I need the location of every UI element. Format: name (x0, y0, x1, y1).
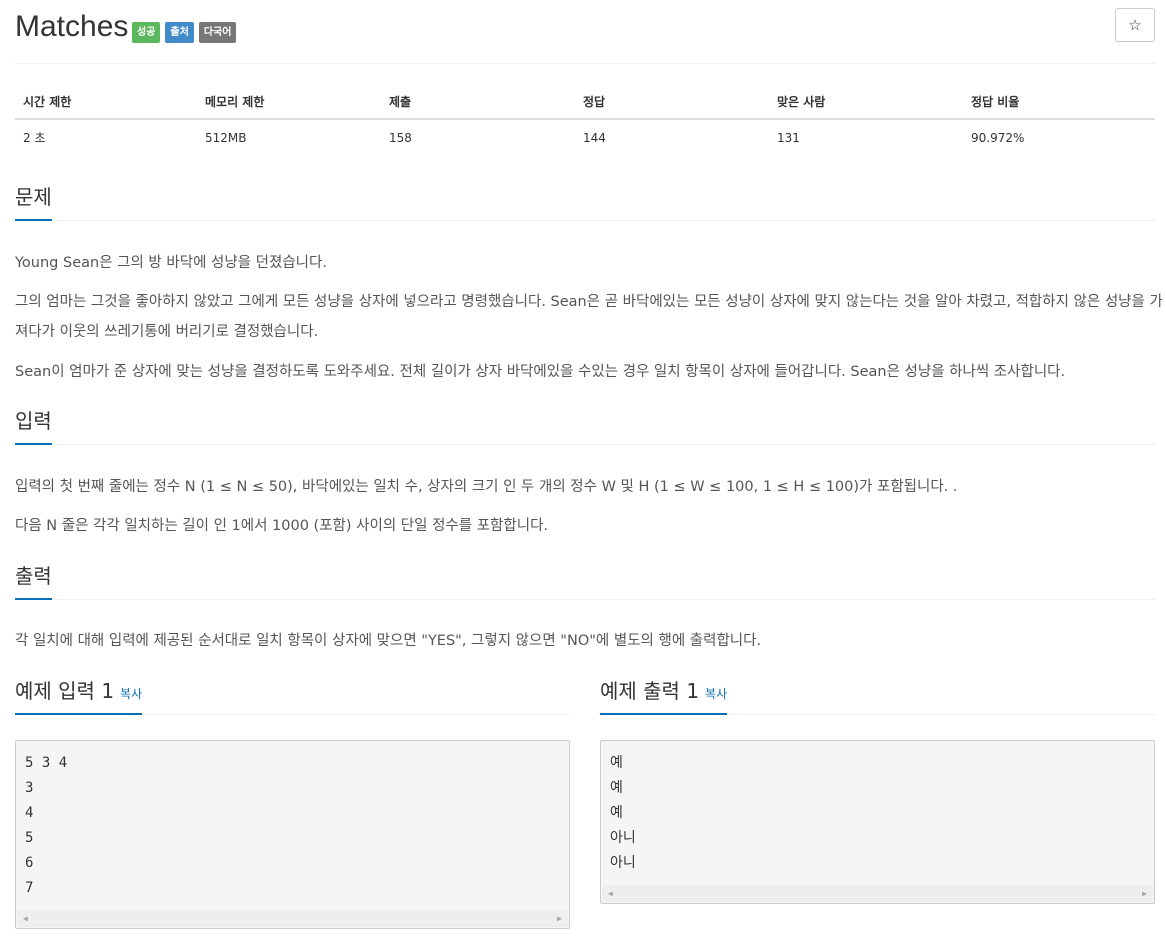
accept-ratio-value: 90.972% (971, 130, 1025, 145)
horizontal-scrollbar[interactable]: ◀ ▶ (17, 910, 568, 927)
header-time-limit: 시간 제한 (15, 84, 197, 120)
sample-output-box[interactable]: 예 예 예 아니 아니 ◀ ▶ (600, 740, 1155, 904)
memory-limit-value: 512MB (205, 130, 247, 145)
header-accept-ratio: 정답 비율 (963, 84, 1155, 120)
sample-line: 아니 (610, 830, 636, 846)
header-accepted: 정답 (575, 84, 769, 120)
input-section-header: 입력 (15, 408, 1155, 445)
sample-input-header: 예제 입력 1 복사 (15, 678, 570, 715)
sample-line: 예 (610, 755, 623, 771)
sample-input-box[interactable]: 5 3 4 3 4 5 6 7 ◀ ▶ (15, 740, 570, 929)
problem-title: Matches (15, 10, 129, 43)
table-header-row: 시간 제한 메모리 제한 제출 정답 맞은 사람 정답 비율 (15, 84, 1155, 120)
input-paragraph: 입력의 첫 번째 줄에는 정수 N (1 ≤ N ≤ 50), 바닥에있는 일치… (15, 479, 958, 495)
header-solved-users: 맞은 사람 (769, 84, 963, 120)
scroll-right-icon[interactable]: ▶ (557, 910, 562, 927)
sample-output-content: 예 예 예 아니 아니 (601, 741, 1154, 876)
sample-input-heading: 예제 입력 1 (15, 679, 115, 703)
problem-heading: 문제 (15, 184, 52, 221)
sample-line: 예 (610, 780, 623, 796)
header-memory-limit: 메모리 제한 (197, 84, 381, 120)
problem-header: Matches 성공 출처 다국어 ☆ (15, 8, 1155, 64)
sample-line: 5 (25, 830, 34, 846)
copy-sample-input-link[interactable]: 복사 (120, 687, 142, 701)
scroll-left-icon[interactable]: ◀ (608, 885, 613, 902)
solved-users-value[interactable]: 131 (769, 119, 963, 155)
star-icon: ☆ (1128, 16, 1142, 34)
time-limit-value: 2 초 (23, 131, 46, 145)
problem-section-header: 문제 (15, 184, 1155, 221)
input-heading: 입력 (15, 408, 52, 445)
sample-input-content: 5 3 4 3 4 5 6 7 (16, 741, 569, 901)
problem-badges: 성공 출처 다국어 (132, 22, 237, 43)
sample-line: 3 (25, 780, 34, 796)
sample-output-heading: 예제 출력 1 (600, 679, 700, 703)
sample-output-header: 예제 출력 1 복사 (600, 678, 1155, 715)
table-row: 2 초 512MB 158 144 131 90.972% (15, 119, 1155, 155)
sample-line: 예 (610, 805, 623, 821)
badge-success[interactable]: 성공 (132, 22, 161, 43)
problem-paragraph: Young Sean은 그의 방 바닥에 성냥을 던졌습니다. (15, 255, 327, 271)
horizontal-scrollbar[interactable]: ◀ ▶ (602, 885, 1153, 902)
sample-line: 4 (25, 805, 34, 821)
sample-line: 7 (25, 880, 34, 896)
badge-source[interactable]: 출처 (165, 22, 194, 43)
scroll-left-icon[interactable]: ◀ (23, 910, 28, 927)
output-section-header: 출력 (15, 563, 1155, 600)
input-paragraph: 다음 N 줄은 각각 일치하는 길이 인 1에서 1000 (포함) 사이의 단… (15, 518, 549, 534)
badge-multilingual[interactable]: 다국어 (198, 22, 237, 43)
header-submissions: 제출 (381, 84, 575, 120)
scroll-right-icon[interactable]: ▶ (1142, 885, 1147, 902)
accepted-value[interactable]: 144 (575, 119, 769, 155)
output-heading: 출력 (15, 563, 52, 600)
sample-line: 5 3 4 (25, 755, 68, 771)
problem-info-table: 시간 제한 메모리 제한 제출 정답 맞은 사람 정답 비율 2 초 512MB… (15, 84, 1155, 155)
sample-line: 6 (25, 855, 34, 871)
problem-paragraph: Sean이 엄마가 준 상자에 맞는 성냥을 결정하도록 도와주세요. 전체 길… (15, 364, 1066, 380)
star-button[interactable]: ☆ (1115, 8, 1155, 42)
output-paragraph: 각 일치에 대해 입력에 제공된 순서대로 일치 항목이 상자에 맞으면 "YE… (15, 633, 762, 649)
submissions-value[interactable]: 158 (381, 119, 575, 155)
copy-sample-output-link[interactable]: 복사 (705, 687, 727, 701)
sample-line: 아니 (610, 855, 636, 871)
problem-paragraph: 그의 엄마는 그것을 좋아하지 않았고 그에게 모든 성냥을 상자에 넣으라고 … (15, 294, 1163, 340)
